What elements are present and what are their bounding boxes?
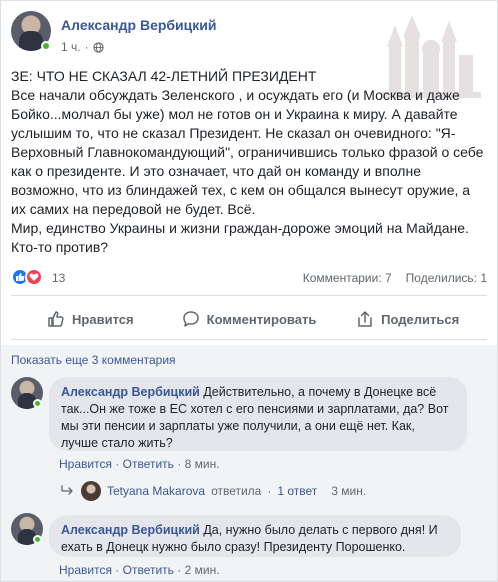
comment-timestamp[interactable]: 2 мин. bbox=[185, 563, 220, 577]
comment-like-link[interactable]: Нравится bbox=[59, 457, 112, 471]
post-stats: Комментарии: 7 Поделились: 1 bbox=[303, 271, 487, 285]
replier-name[interactable]: Tetyana Makarova bbox=[107, 484, 205, 498]
separator: · bbox=[177, 457, 182, 471]
comment-actions: Нравится · Ответить · 2 мин. bbox=[59, 563, 220, 577]
separator: · bbox=[115, 563, 120, 577]
reactions-bar: 13 Комментарии: 7 Поделились: 1 bbox=[11, 267, 487, 289]
show-more-comments-link[interactable]: Показать еще 3 комментария bbox=[11, 353, 176, 367]
comment-button-label: Комментировать bbox=[206, 311, 317, 327]
reply-arrow-icon bbox=[61, 485, 73, 495]
love-reaction-icon bbox=[25, 268, 43, 286]
post-conclusion: Мир, единство Украины и жизни граждан-до… bbox=[11, 220, 469, 255]
post-body: ЗЕ: ЧТО НЕ СКАЗАЛ 42-ЛЕТНИЙ ПРЕЗИДЕНТ Вс… bbox=[11, 67, 487, 257]
comment-bubble: Александр Вербицкий Да, нужно было делат… bbox=[49, 515, 461, 557]
comment-timestamp[interactable]: 8 мин. bbox=[185, 457, 220, 471]
post-timestamp[interactable]: 1 ч. bbox=[61, 40, 81, 54]
shares-count-link[interactable]: Поделились: 1 bbox=[406, 271, 487, 285]
post-headline: ЗЕ: ЧТО НЕ СКАЗАЛ 42-ЛЕТНИЙ ПРЕЗИДЕНТ bbox=[11, 68, 317, 84]
share-button[interactable]: Поделиться bbox=[328, 301, 487, 337]
globe-icon[interactable] bbox=[92, 41, 104, 53]
comment-author-link[interactable]: Александр Вербицкий bbox=[61, 385, 200, 399]
comment-bubble: Александр Вербицкий Действительно, а поч… bbox=[49, 377, 467, 451]
comments-count-link[interactable]: Комментарии: 7 bbox=[303, 271, 392, 285]
online-status-icon bbox=[33, 535, 42, 544]
reply-timestamp: 3 мин. bbox=[331, 484, 367, 498]
reply-count-link[interactable]: 1 ответ bbox=[277, 484, 317, 498]
post-card: Александр Вербицкий 1 ч. · ЗЕ: ЧТО НЕ СК… bbox=[0, 0, 498, 582]
author-name-link[interactable]: Александр Вербицкий bbox=[61, 17, 216, 33]
post-paragraph: Все начали обсуждать Зеленского , и осуж… bbox=[11, 87, 484, 217]
comment-actions: Нравится · Ответить · 8 мин. bbox=[59, 457, 220, 471]
share-icon bbox=[358, 311, 372, 327]
like-button[interactable]: Нравится bbox=[11, 301, 170, 337]
comment-reply-link[interactable]: Ответить bbox=[123, 563, 174, 577]
comments-section: Показать еще 3 комментария Александр Вер… bbox=[1, 345, 497, 581]
replies-summary[interactable]: Tetyana Makarova ответила · 1 ответ 3 ми… bbox=[61, 481, 366, 501]
post-action-bar: Нравится Комментировать Поделиться bbox=[11, 301, 487, 337]
separator: · bbox=[115, 457, 120, 471]
comment-button[interactable]: Комментировать bbox=[170, 301, 329, 337]
thumbs-up-icon bbox=[48, 311, 64, 327]
reply-action-text: ответила bbox=[211, 484, 262, 498]
divider bbox=[11, 295, 487, 296]
divider bbox=[11, 339, 487, 340]
online-status-icon bbox=[41, 41, 51, 51]
comment-reply-link[interactable]: Ответить bbox=[123, 457, 174, 471]
comment-author-link[interactable]: Александр Вербицкий bbox=[61, 523, 200, 537]
comment-icon bbox=[182, 311, 199, 327]
post-meta: 1 ч. · bbox=[61, 40, 104, 54]
post-header: Александр Вербицкий 1 ч. · bbox=[11, 11, 481, 59]
separator: · bbox=[267, 484, 272, 498]
meta-separator: · bbox=[84, 40, 89, 54]
comment-like-link[interactable]: Нравится bbox=[59, 563, 112, 577]
like-button-label: Нравится bbox=[72, 311, 134, 327]
reaction-count[interactable]: 13 bbox=[52, 271, 65, 285]
reaction-icons[interactable] bbox=[11, 268, 43, 286]
share-button-label: Поделиться bbox=[381, 311, 460, 327]
replier-avatar bbox=[81, 481, 101, 501]
online-status-icon bbox=[33, 399, 42, 408]
separator: · bbox=[177, 563, 182, 577]
